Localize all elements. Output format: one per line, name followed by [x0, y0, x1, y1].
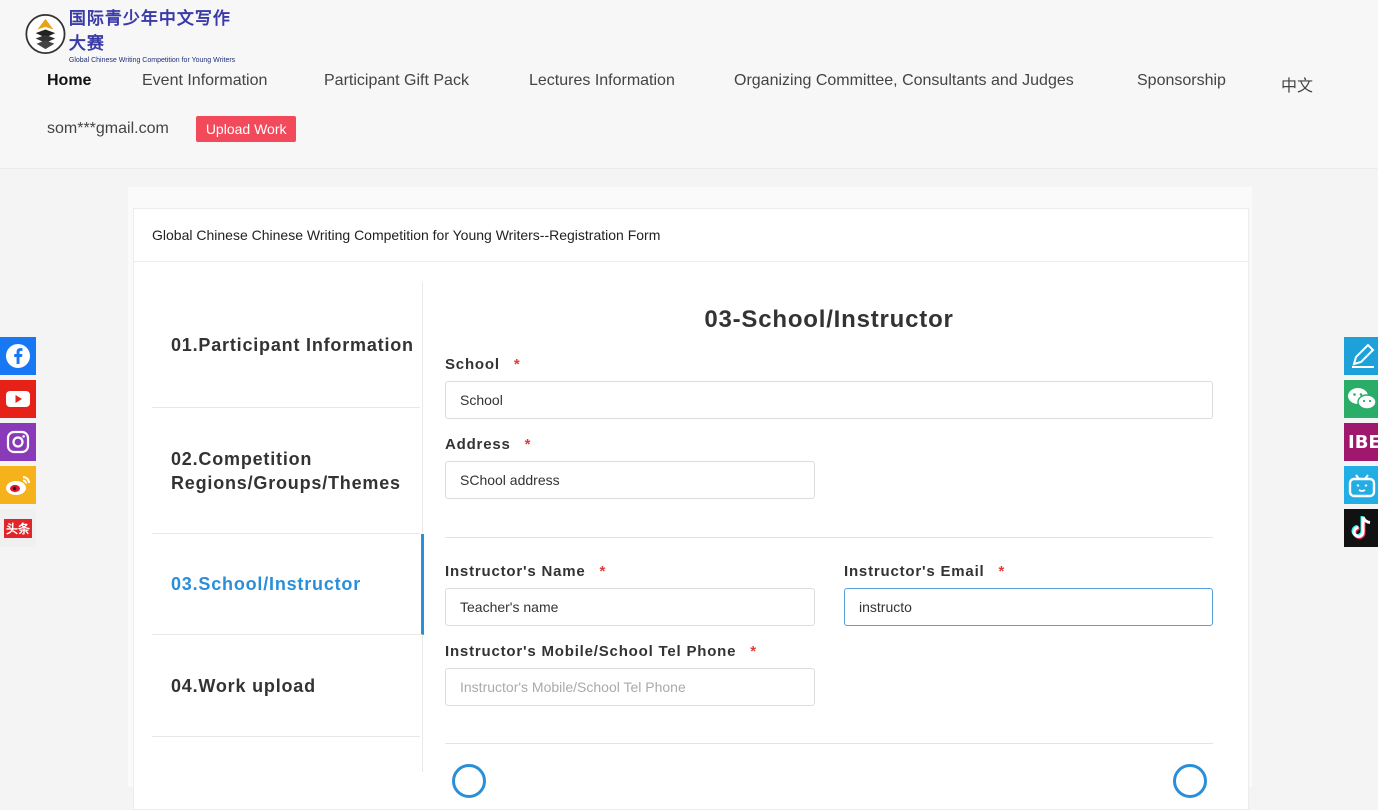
logo-chinese-name: 国际青少年中文写作大赛 [68, 9, 231, 54]
address-label: Address * [445, 436, 531, 453]
logo-english-name: Global Chinese Writing Competition for Y… [68, 57, 236, 64]
youtube-icon[interactable] [0, 380, 36, 418]
instructor-name-label-text: Instructor's Name [445, 563, 586, 580]
instructor-phone-label: Instructor's Mobile/School Tel Phone * [445, 643, 757, 660]
address-label-text: Address [445, 436, 511, 453]
step-work-upload[interactable]: 04.Work upload [152, 635, 420, 737]
user-email[interactable]: som***gmail.com [47, 120, 169, 138]
required-mark: * [524, 436, 532, 453]
nav-language-switch[interactable]: 中文 [1281, 72, 1313, 96]
step-participant-information[interactable]: 01.Participant Information [152, 282, 420, 408]
form-steps: 01.Participant Information 02.Competitio… [152, 282, 424, 772]
ibe-icon[interactable]: IBE [1344, 423, 1378, 461]
school-label: School * [445, 356, 520, 373]
registration-form-title: Global Chinese Chinese Writing Competiti… [134, 209, 1248, 262]
school-label-text: School [445, 356, 500, 373]
ibe-badge-text: IBE [1348, 431, 1378, 453]
nav-participant-gift-pack[interactable]: Participant Gift Pack [324, 72, 469, 90]
user-row: som***gmail.com Upload Work [47, 116, 297, 142]
required-mark: * [750, 643, 757, 660]
section-heading: 03-School/Instructor [704, 306, 954, 333]
instructor-name-label: Instructor's Name * [445, 563, 606, 580]
instructor-email-input[interactable] [844, 588, 1213, 626]
main-nav: Home Event Information Participant Gift … [0, 72, 1378, 96]
section-divider-bottom [445, 743, 1213, 744]
nav-lectures-information[interactable]: Lectures Information [529, 72, 675, 90]
site-header: 国际青少年中文写作大赛 Global Chinese Writing Compe… [0, 0, 1378, 169]
address-input[interactable] [445, 461, 815, 499]
step-competition-regions[interactable]: 02.Competition Regions/Groups/Themes [152, 408, 420, 534]
step-school-instructor[interactable]: 03.School/Instructor [152, 534, 424, 635]
toutiao-badge: 头条 [3, 518, 32, 538]
required-mark: * [599, 563, 607, 580]
required-mark: * [513, 356, 521, 373]
next-step-button[interactable] [1173, 764, 1207, 798]
school-input[interactable] [445, 381, 1213, 419]
instructor-email-label-text: Instructor's Email [844, 563, 985, 580]
bilibili-icon[interactable] [1344, 466, 1378, 504]
nav-organizing-committee[interactable]: Organizing Committee, Consultants and Ju… [734, 72, 1074, 90]
required-mark: * [998, 563, 1006, 580]
facebook-icon[interactable] [0, 337, 36, 375]
tiktok-icon[interactable] [1344, 509, 1378, 547]
instructor-phone-label-text: Instructor's Mobile/School Tel Phone [445, 643, 737, 660]
site-logo[interactable]: 国际青少年中文写作大赛 Global Chinese Writing Compe… [25, 9, 245, 64]
toutiao-icon[interactable]: 头条 [0, 509, 36, 547]
instagram-icon[interactable] [0, 423, 36, 461]
nav-home[interactable]: Home [47, 72, 91, 90]
wechat-icon[interactable] [1344, 380, 1378, 418]
instructor-phone-input[interactable] [445, 668, 815, 706]
upload-work-button[interactable]: Upload Work [195, 116, 297, 142]
section-divider [445, 537, 1213, 538]
prev-step-button[interactable] [452, 764, 486, 798]
nav-event-information[interactable]: Event Information [142, 72, 267, 90]
nav-sponsorship[interactable]: Sponsorship [1137, 72, 1226, 90]
logo-emblem-icon [25, 13, 66, 55]
instructor-name-input[interactable] [445, 588, 815, 626]
pen-icon[interactable] [1344, 337, 1378, 375]
weibo-icon[interactable] [0, 466, 36, 504]
instructor-email-label: Instructor's Email * [844, 563, 1005, 580]
